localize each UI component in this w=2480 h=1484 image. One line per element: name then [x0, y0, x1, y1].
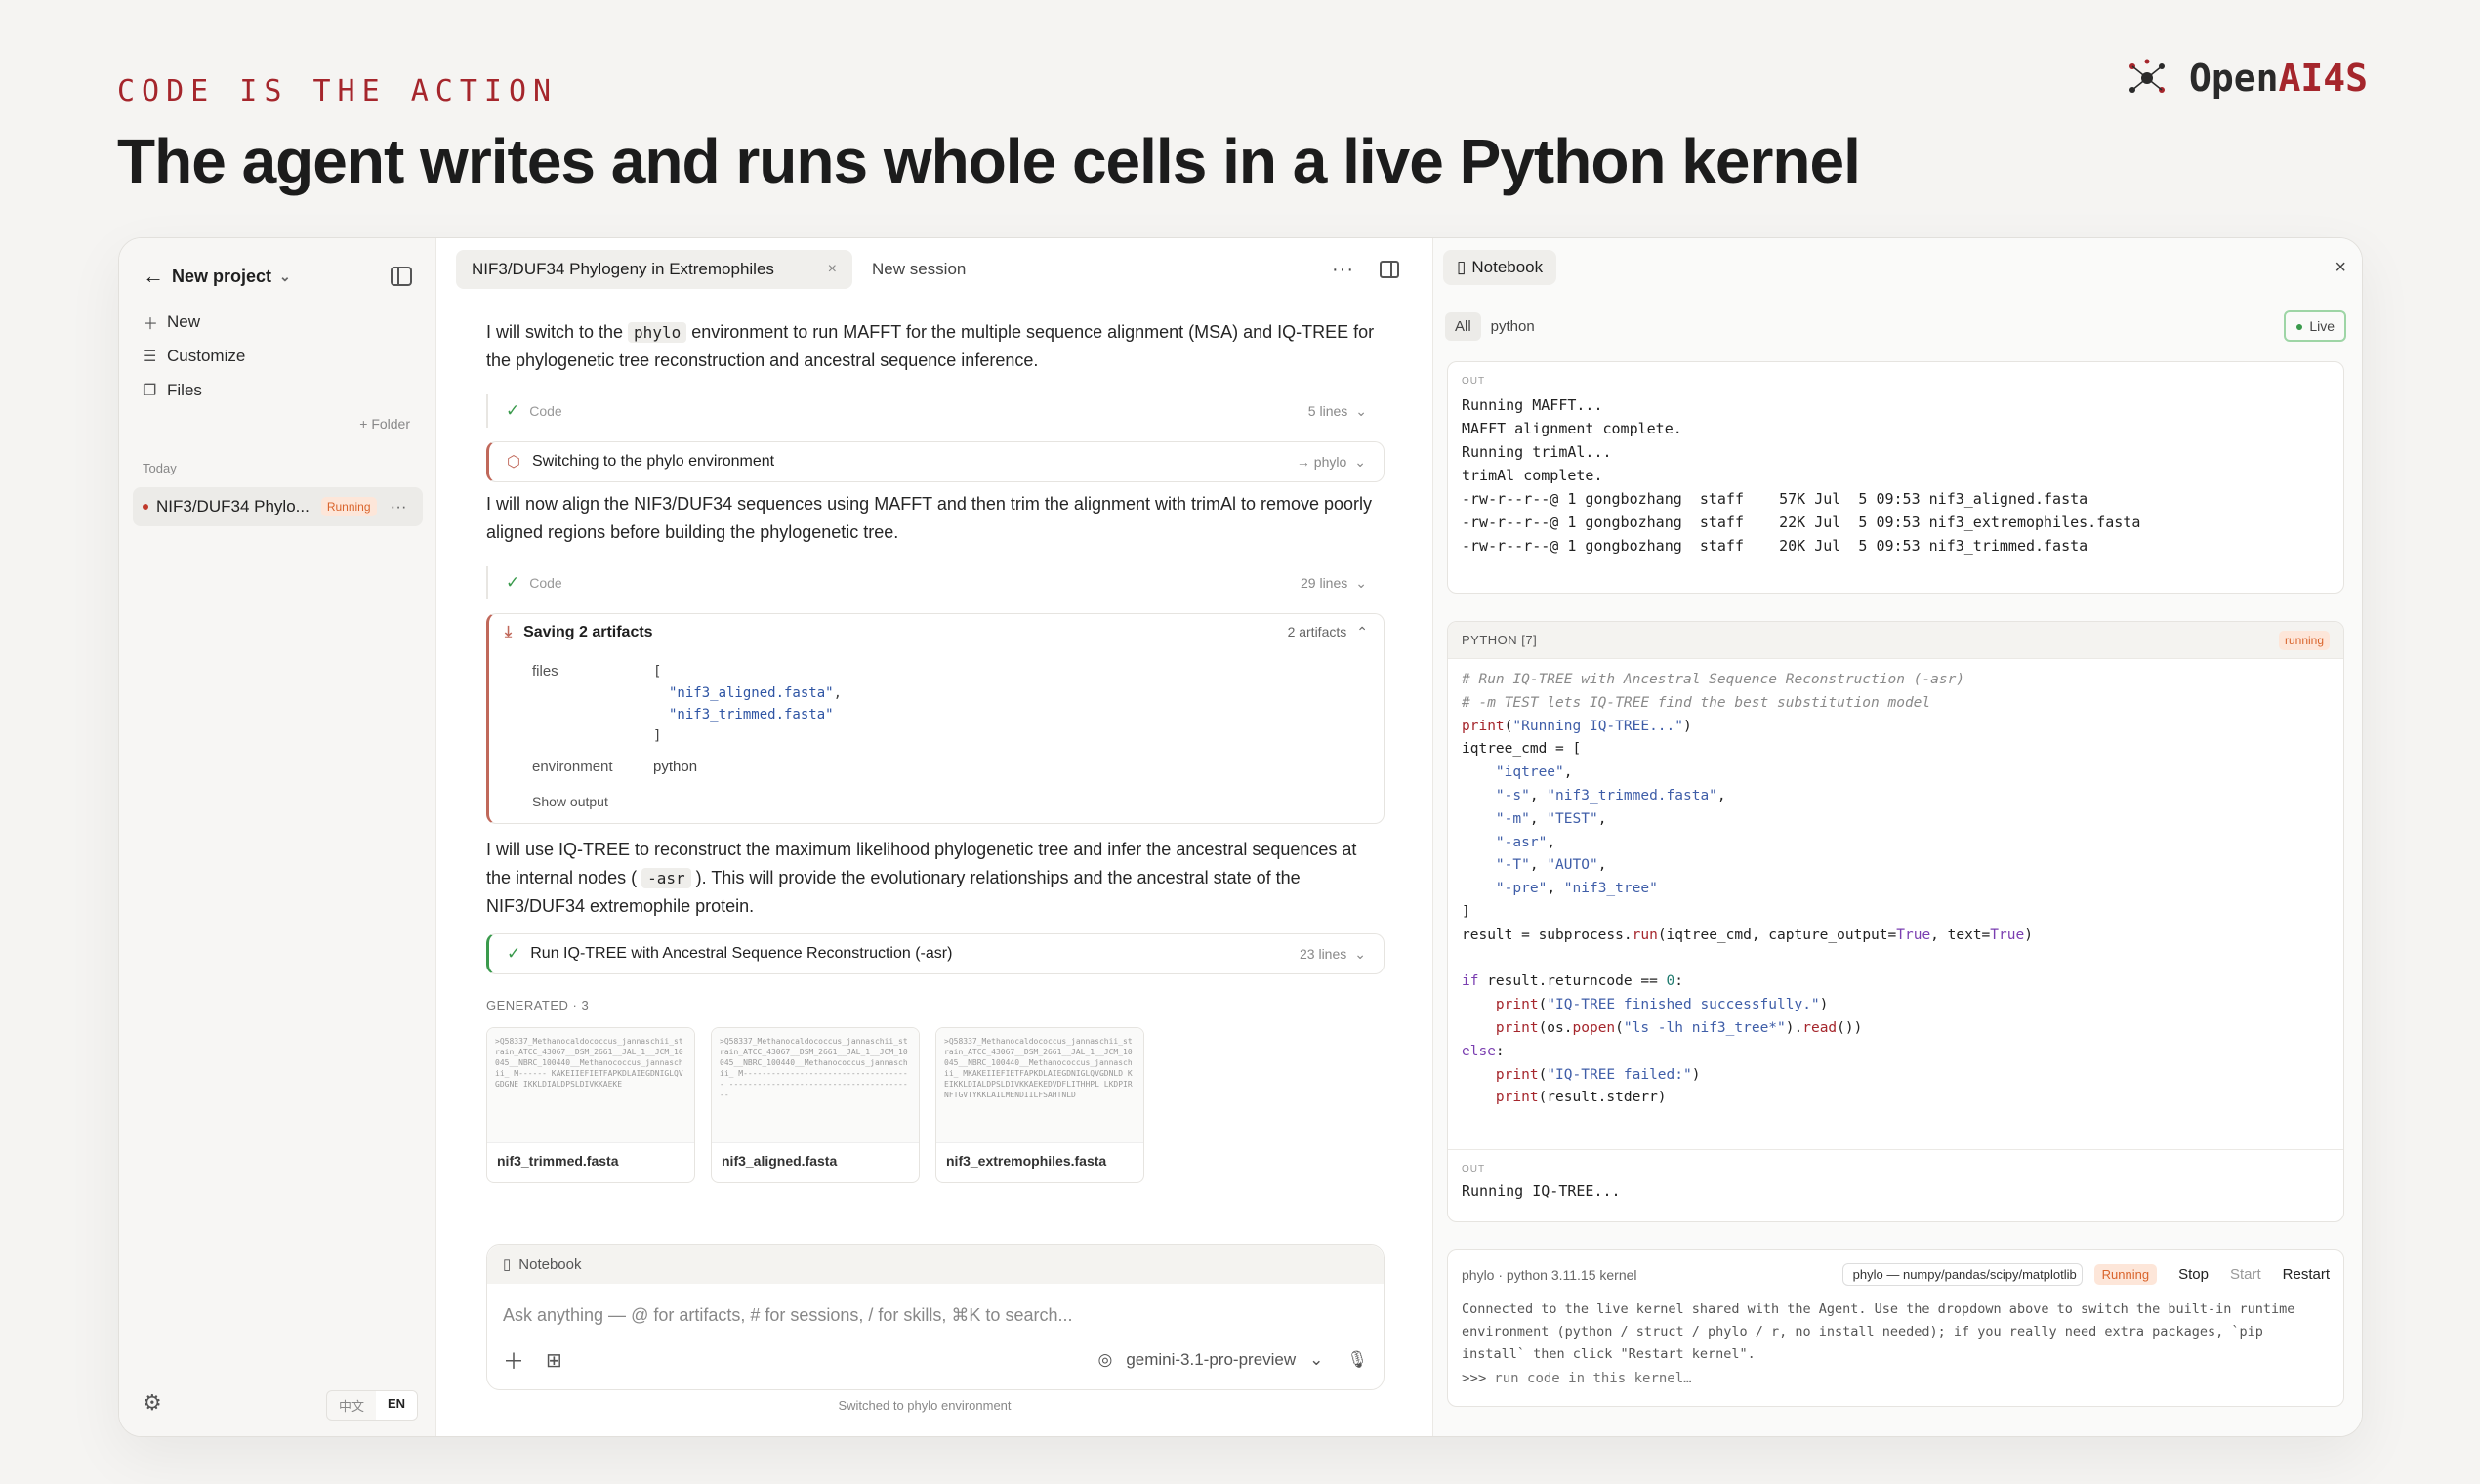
artifacts-block: ⤓ Saving 2 artifacts 2 artifacts ⌃ files [ …: [486, 613, 1385, 824]
generated-label: GENERATED · 3: [486, 998, 590, 1012]
artifact-card[interactable]: >Q58337_Methanocaldococcus_jannaschii_st…: [711, 1027, 920, 1183]
language-switch[interactable]: 中文 EN: [326, 1390, 419, 1421]
mic-icon[interactable]: 🎙: [1346, 1350, 1368, 1370]
chevron-down-icon[interactable]: ⌄: [279, 268, 291, 285]
tab-session[interactable]: NIF3/DUF34 Phylogeny in Extremophiles ×: [456, 250, 852, 289]
download-icon: ⤓: [505, 624, 513, 640]
output-cell: OUT Running MAFFT... MAFFT alignment com…: [1447, 361, 2344, 594]
kernel-info: phylo · python 3.11.15 kernel: [1462, 1266, 1637, 1283]
message-1: I will switch to the phylo environment t…: [486, 322, 1375, 370]
start-button[interactable]: Start: [2230, 1266, 2261, 1283]
sidebar-item-label: Customize: [167, 346, 246, 365]
plus-icon: ＋: [143, 315, 159, 333]
toggle-sidebar-icon[interactable]: [391, 267, 412, 286]
status-dot-icon: [143, 504, 148, 510]
notebook-icon: ▯: [1457, 258, 1467, 276]
kernel-input[interactable]: [1494, 1371, 1885, 1386]
chevron-up-icon[interactable]: ⌃: [1356, 624, 1368, 641]
filter-all[interactable]: All: [1445, 311, 1481, 341]
message-3: I will use IQ-TREE to reconstruct the ma…: [486, 840, 1357, 916]
run-iqtree-row[interactable]: ✓ Run IQ-TREE with Ancestral Sequence Rec…: [486, 933, 1385, 974]
cell-output: Running IQ-TREE...: [1462, 1182, 1621, 1200]
app-window: ← New project ⌄ ＋ New ☰ Customize ❐ Files +…: [118, 237, 2363, 1437]
session-title: NIF3/DUF34 Phylo...: [156, 497, 310, 515]
brand-ai: AI4S: [2278, 57, 2369, 100]
grid-icon[interactable]: ⊞: [546, 1348, 562, 1373]
status-badge: running: [2278, 630, 2330, 650]
chat-panel: NIF3/DUF34 Phylogeny in Extremophiles × N…: [436, 238, 1413, 1436]
project-name[interactable]: New project: [172, 267, 271, 287]
tab-new-session[interactable]: New session: [856, 250, 981, 289]
notebook-tab[interactable]: ▯ Notebook: [1443, 250, 1557, 285]
brand-open: Open: [2189, 57, 2279, 100]
chat-input[interactable]: Ask anything — @ for artifacts, # for se…: [503, 1305, 1072, 1326]
notebook-icon: ▯: [503, 1257, 512, 1273]
code-editor[interactable]: # Run IQ-TREE with Ancestral Sequence Re…: [1448, 659, 2343, 1120]
composer-notebook-tab[interactable]: ▯ Notebook: [487, 1245, 1384, 1284]
chevron-down-icon[interactable]: ⌄: [1309, 1350, 1323, 1370]
filter-python[interactable]: python: [1481, 312, 1545, 341]
more-icon[interactable]: ···: [391, 497, 407, 516]
notebook-panel: ▯Notebook × All python Live OUT Running …: [1432, 238, 2362, 1436]
headline: The agent writes and runs whole cells in…: [117, 126, 1861, 196]
check-icon: ✓: [507, 944, 521, 963]
sidebar-item-new[interactable]: ＋ New: [143, 305, 245, 339]
artifact-card[interactable]: >Q58337_Methanocaldococcus_jannaschii_st…: [935, 1027, 1144, 1183]
sidebar-item-customize[interactable]: ☰ Customize: [143, 339, 245, 373]
kicker: CODE IS THE ACTION: [117, 74, 558, 108]
chevron-down-icon: ⌄: [1355, 574, 1367, 591]
brand-logo: OpenAI4S: [2125, 57, 2368, 100]
section-today: Today: [143, 461, 177, 475]
status-badge: Running: [2093, 1264, 2158, 1285]
artifact-card[interactable]: >Q58337_Methanocaldococcus_jannaschii_st…: [486, 1027, 695, 1183]
stop-button[interactable]: Stop: [2178, 1266, 2209, 1283]
files-list: [ "nif3_aligned.fasta", "nif3_trimmed.fa…: [653, 664, 843, 744]
add-folder-button[interactable]: + Folder: [359, 416, 410, 432]
cell-label: PYTHON [7]: [1462, 633, 1538, 647]
show-output-link[interactable]: Show output: [532, 794, 608, 809]
box-icon: ⬡: [507, 454, 520, 471]
close-icon[interactable]: ×: [828, 261, 837, 278]
toggle-panel-icon[interactable]: [1380, 261, 1399, 278]
kernel-console: phylo · python 3.11.15 kernel phylo — nu…: [1447, 1249, 2344, 1407]
more-icon[interactable]: ···: [1332, 259, 1354, 281]
session-item[interactable]: NIF3/DUF34 Phylo... Running ···: [133, 487, 423, 526]
chevron-down-icon: ⌄: [1354, 453, 1366, 470]
code-block-collapsed[interactable]: ✓ Code 29 lines ⌄: [486, 566, 1385, 599]
prompt-symbol: >>>: [1462, 1371, 1487, 1386]
status-footer: Switched to phylo environment: [838, 1398, 1012, 1413]
code-block-collapsed[interactable]: ✓ Code 5 lines ⌄: [486, 394, 1385, 428]
restart-button[interactable]: Restart: [2283, 1266, 2330, 1283]
check-icon: ✓: [506, 573, 520, 592]
back-arrow-icon[interactable]: ←: [143, 264, 172, 289]
target-icon[interactable]: ◎: [1097, 1350, 1112, 1370]
sidebar: ← New project ⌄ ＋ New ☰ Customize ❐ Files +…: [119, 238, 436, 1436]
lang-zh[interactable]: 中文: [327, 1391, 376, 1420]
environment-select[interactable]: phylo — numpy/pandas/scipy/matplotlib: [1841, 1263, 2083, 1286]
sliders-icon: ☰: [143, 348, 157, 365]
close-icon[interactable]: ×: [2335, 257, 2346, 279]
files-icon: ❐: [143, 382, 157, 399]
model-select[interactable]: gemini-3.1-pro-preview: [1126, 1350, 1296, 1370]
tab-label: NIF3/DUF34 Phylogeny in Extremophiles: [472, 260, 774, 278]
composer: ▯ Notebook Ask anything — @ for artifacts…: [486, 1244, 1385, 1390]
status-badge: Running: [320, 497, 377, 516]
cell-output: Running MAFFT... MAFFT alignment complet…: [1462, 396, 2141, 555]
chevron-down-icon: ⌄: [1355, 402, 1367, 419]
python-cell: PYTHON [7] running # Run IQ-TREE with An…: [1447, 621, 2344, 1222]
plus-icon[interactable]: ＋: [503, 1344, 524, 1376]
live-toggle[interactable]: Live: [2283, 310, 2346, 342]
kernel-message: Connected to the live kernel shared with…: [1462, 1301, 2295, 1362]
sidebar-item-files[interactable]: ❐ Files: [143, 373, 245, 407]
lang-en[interactable]: EN: [376, 1391, 418, 1420]
sidebar-item-label: New: [167, 311, 201, 331]
gear-icon[interactable]: ⚙: [143, 1390, 162, 1416]
artifacts-title: Saving 2 artifacts: [523, 624, 653, 640]
message-2: I will now align the NIF3/DUF34 sequence…: [486, 494, 1373, 542]
sidebar-item-label: Files: [167, 380, 202, 399]
logo-icon: [2129, 59, 2165, 93]
check-icon: ✓: [506, 401, 520, 420]
switch-env-row[interactable]: ⬡ Switching to the phylo environment → phy…: [486, 441, 1385, 482]
chevron-down-icon: ⌄: [1354, 945, 1366, 962]
